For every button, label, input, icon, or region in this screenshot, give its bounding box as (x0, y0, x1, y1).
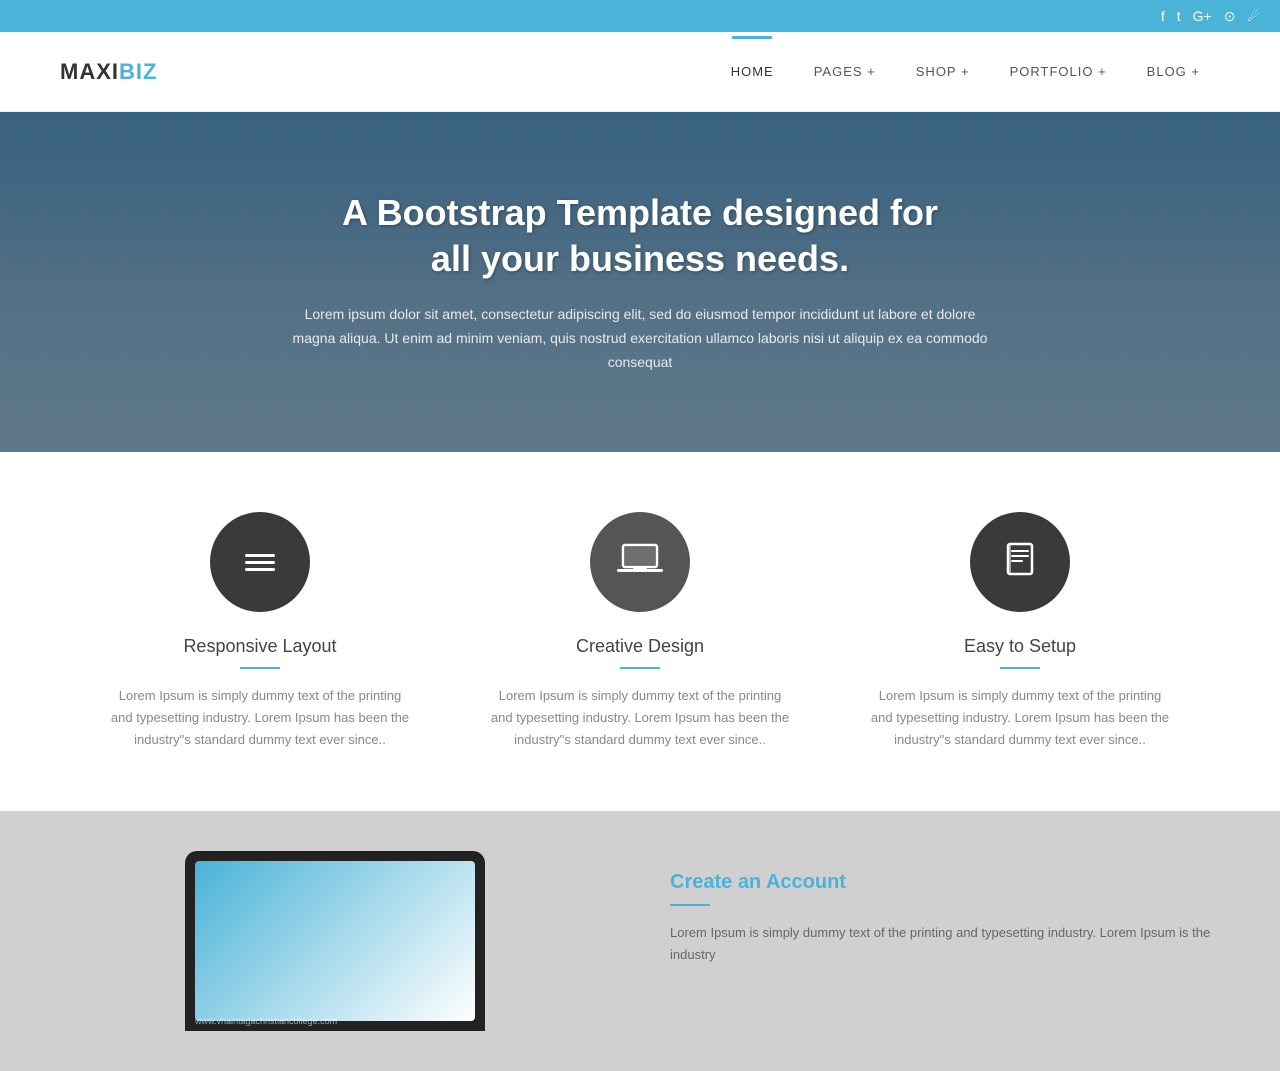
feature-responsive-desc: Lorem Ipsum is simply dummy text of the … (110, 685, 410, 751)
bottom-right: Create an Account Lorem Ipsum is simply … (670, 851, 1220, 966)
logo-maxi: MAXI (60, 59, 119, 84)
logo-biz: BIZ (119, 59, 157, 84)
tablet-mockup: www.vhaintagachristiancollege.com (185, 851, 485, 1031)
feature-setup: Easy to Setup Lorem Ipsum is simply dumm… (830, 512, 1210, 751)
nav-shop[interactable]: SHOP + (896, 36, 990, 107)
hamburger-icon (245, 554, 275, 571)
feature-creative: Creative Design Lorem Ipsum is simply du… (450, 512, 830, 751)
bottom-right-desc: Lorem Ipsum is simply dummy text of the … (670, 922, 1220, 966)
feature-setup-desc: Lorem Ipsum is simply dummy text of the … (870, 685, 1170, 751)
nav-pages[interactable]: PAGES + (794, 36, 896, 107)
hero-description: Lorem ipsum dolor sit amet, consectetur … (290, 303, 990, 374)
hero-content: A Bootstrap Template designed forall you… (130, 190, 1150, 375)
features-section: Responsive Layout Lorem Ipsum is simply … (0, 452, 1280, 811)
book-icon (1001, 540, 1039, 584)
hero-section: A Bootstrap Template designed forall you… (0, 112, 1280, 452)
bottom-section: www.vhaintagachristiancollege.com Create… (0, 811, 1280, 1071)
feature-creative-icon-wrap (590, 512, 690, 612)
rss-icon[interactable]: ☄ (1247, 8, 1260, 25)
logo[interactable]: MAXIBIZ (60, 59, 157, 85)
bottom-right-title: Create an Account (670, 871, 1220, 894)
googleplus-icon[interactable]: G+ (1193, 8, 1212, 24)
header: MAXIBIZ HOME PAGES + SHOP + PORTFOLIO + … (0, 32, 1280, 112)
bottom-right-divider (670, 904, 710, 906)
feature-responsive-title: Responsive Layout (110, 636, 410, 657)
main-nav: HOME PAGES + SHOP + PORTFOLIO + BLOG + (711, 36, 1220, 107)
feature-responsive-divider (240, 667, 280, 669)
nav-portfolio[interactable]: PORTFOLIO + (990, 36, 1127, 107)
feature-responsive-icon-wrap (210, 512, 310, 612)
bottom-left: www.vhaintagachristiancollege.com (60, 851, 610, 1031)
twitter-icon[interactable]: t (1177, 8, 1181, 24)
feature-responsive: Responsive Layout Lorem Ipsum is simply … (70, 512, 450, 751)
facebook-icon[interactable]: f (1161, 8, 1165, 24)
feature-setup-divider (1000, 667, 1040, 669)
feature-creative-title: Creative Design (490, 636, 790, 657)
feature-setup-icon-wrap (970, 512, 1070, 612)
tablet-screen (195, 861, 475, 1021)
dribbble-icon[interactable]: ⊙ (1224, 8, 1236, 25)
nav-blog[interactable]: BLOG + (1127, 36, 1220, 107)
feature-setup-title: Easy to Setup (870, 636, 1170, 657)
watermark-text: www.vhaintagachristiancollege.com (195, 1016, 337, 1026)
feature-creative-divider (620, 667, 660, 669)
nav-home[interactable]: HOME (711, 36, 794, 107)
top-bar: f t G+ ⊙ ☄ (0, 0, 1280, 32)
hero-title: A Bootstrap Template designed forall you… (290, 190, 990, 284)
feature-creative-desc: Lorem Ipsum is simply dummy text of the … (490, 685, 790, 751)
laptop-icon (617, 541, 663, 583)
